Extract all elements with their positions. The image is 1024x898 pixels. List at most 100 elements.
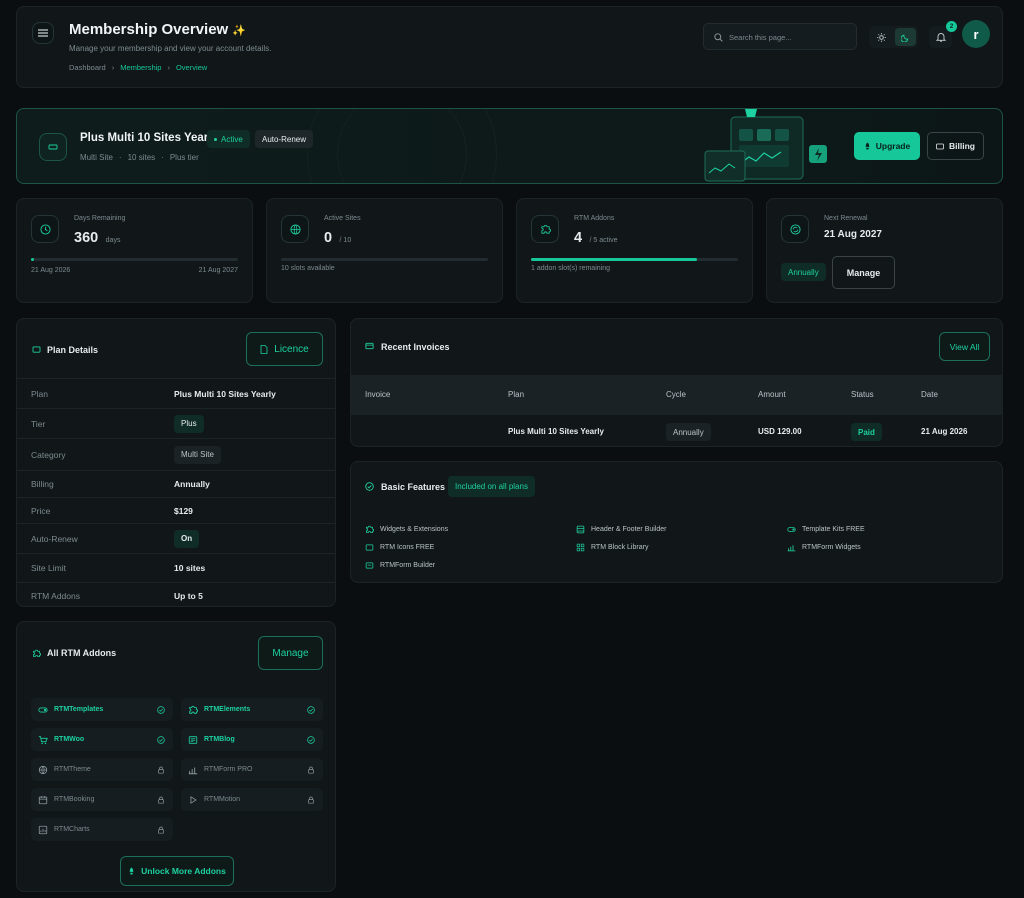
check-circle-icon [157,735,165,744]
detail-row-auto-renew: Auto-Renew On [17,523,335,553]
addons-progress-bar [531,258,738,261]
col-amount: Amount [758,390,786,399]
clock-icon-box [31,215,59,243]
calendar-icon [38,795,48,804]
feature-rtmform-widgets: RTMForm Widgets [787,543,861,552]
lock-icon [158,826,164,834]
lock-icon [308,796,314,804]
check-circle-icon [365,482,374,491]
addon-rtmelements[interactable]: RTMElements [181,698,323,721]
manage-renewal-button[interactable]: Manage [832,256,895,289]
table-row[interactable]: Plus Multi 10 Sites Yearly Annually USD … [351,415,1002,446]
hamburger-icon [38,29,48,37]
refresh-icon-box [781,215,809,243]
refresh-icon [789,223,801,235]
page-header: Membership Overview ✨ Manage your member… [16,6,1003,88]
card-icon [32,346,41,353]
dark-theme-button[interactable] [895,28,916,46]
cell-cycle: Annually [666,423,711,441]
billing-button[interactable]: Billing [927,132,984,160]
stat-value: 0 / 10 [324,230,352,246]
days-remaining-card: Days Remaining 360 days 21 Aug 2026 21 A… [16,198,253,303]
image-icon [365,544,374,551]
detail-row-rtm-addons: RTM Addons Up to 5 [17,582,335,606]
light-theme-button[interactable] [871,28,891,46]
addon-rtmform-pro[interactable]: RTMForm PRO [181,758,323,781]
page-title: Membership Overview ✨ [69,21,247,38]
receipt-icon [365,342,374,350]
rtm-addons-card: RTM Addons 4 / 5 active 1 addon slot(s) … [516,198,753,303]
breadcrumb-overview[interactable]: Overview [176,63,207,72]
page-subtitle: Manage your membership and view your acc… [69,44,272,53]
globe-icon [289,223,301,235]
addon-slots-note: 1 addon slot(s) remaining [531,265,610,272]
grid-icon [576,543,585,552]
wallet-icon [936,143,944,149]
detail-row-price: Price $129 [17,497,335,523]
detail-row-billing: Billing Annually [17,470,335,497]
check-circle-icon [307,705,315,714]
status-dot [214,137,217,141]
recent-invoices-card: Recent Invoices View All Invoice Plan Cy… [350,318,1003,447]
invoices-title: Recent Invoices [381,342,450,352]
addons-progress-fill [531,258,697,261]
next-renewal-card: Next Renewal 21 Aug 2027 Annually Manage [766,198,1003,303]
toggle-icon [787,527,796,532]
layout-icon [576,525,585,534]
addon-rtmcharts[interactable]: RTMCharts [31,818,173,841]
addon-rtmbooking[interactable]: RTMBooking [31,788,173,811]
lock-icon [308,766,314,774]
breadcrumb-separator-icon: › [111,63,115,72]
sun-icon [876,32,886,42]
feature-rtmform-builder: RTMForm Builder [365,561,435,570]
notifications-button[interactable]: 2 [929,21,957,48]
form-icon [365,562,374,569]
view-all-invoices-button[interactable]: View All [939,332,990,361]
upgrade-button[interactable]: Upgrade [854,132,920,160]
manage-addons-button[interactable]: Manage [258,636,323,670]
cell-plan: Plus Multi 10 Sites Yearly [508,427,604,436]
breadcrumb-membership[interactable]: Membership [120,63,161,72]
stat-label: RTM Addons [574,215,615,222]
search-input[interactable]: Search this page... [703,23,857,50]
col-invoice: Invoice [365,390,391,399]
plan-tier: Plus tier [169,153,199,162]
breadcrumb-dashboard[interactable]: Dashboard [69,63,106,72]
renewal-date: 21 Aug 2027 [824,229,882,240]
sites-progress-bar [281,258,488,261]
addon-rtmtheme[interactable]: RTMTheme [31,758,173,781]
breadcrumb-separator-icon: › [167,63,170,72]
invoice-table-header: Invoice Plan Cycle Amount Status Date [351,375,1002,415]
addon-rtmblog[interactable]: RTMBlog [181,728,323,751]
stat-label: Next Renewal [824,215,868,222]
check-circle-icon [157,705,165,714]
banner-glow [337,109,467,183]
plan-icon [39,133,67,161]
addon-rtmwoo[interactable]: RTMWoo [31,728,173,751]
unlock-addons-button[interactable]: Unlock More Addons [120,856,234,886]
moon-icon [901,34,909,42]
sparkle-icon: ✨ [232,25,247,37]
basic-features-card: Basic Features Included on all plans Wid… [350,461,1003,583]
menu-button[interactable] [32,22,54,44]
avatar-letter: r [973,26,979,42]
theme-toggle [869,26,918,48]
globe-icon [38,765,48,774]
rocket-icon [865,142,869,150]
chart-icon [38,825,48,834]
addon-rtmtemplates[interactable]: RTMTemplates [31,698,173,721]
breadcrumb: Dashboard › Membership › Overview [69,63,207,72]
cart-icon [38,735,48,744]
days-progress-bar [31,258,238,261]
days-progress-fill [31,258,34,261]
stat-value: 360 days [74,230,121,246]
bell-icon [935,33,946,42]
detail-row-plan: Plan Plus Multi 10 Sites Yearly [17,378,335,408]
cell-amount: USD 129.00 [758,427,802,436]
col-cycle: Cycle [666,390,687,399]
plan-category: Multi Site [80,153,113,162]
addon-rtmmotion[interactable]: RTMMotion [181,788,323,811]
avatar[interactable]: r [962,20,990,48]
licence-button[interactable]: Licence [246,332,323,366]
start-date: 21 Aug 2026 [31,267,71,274]
